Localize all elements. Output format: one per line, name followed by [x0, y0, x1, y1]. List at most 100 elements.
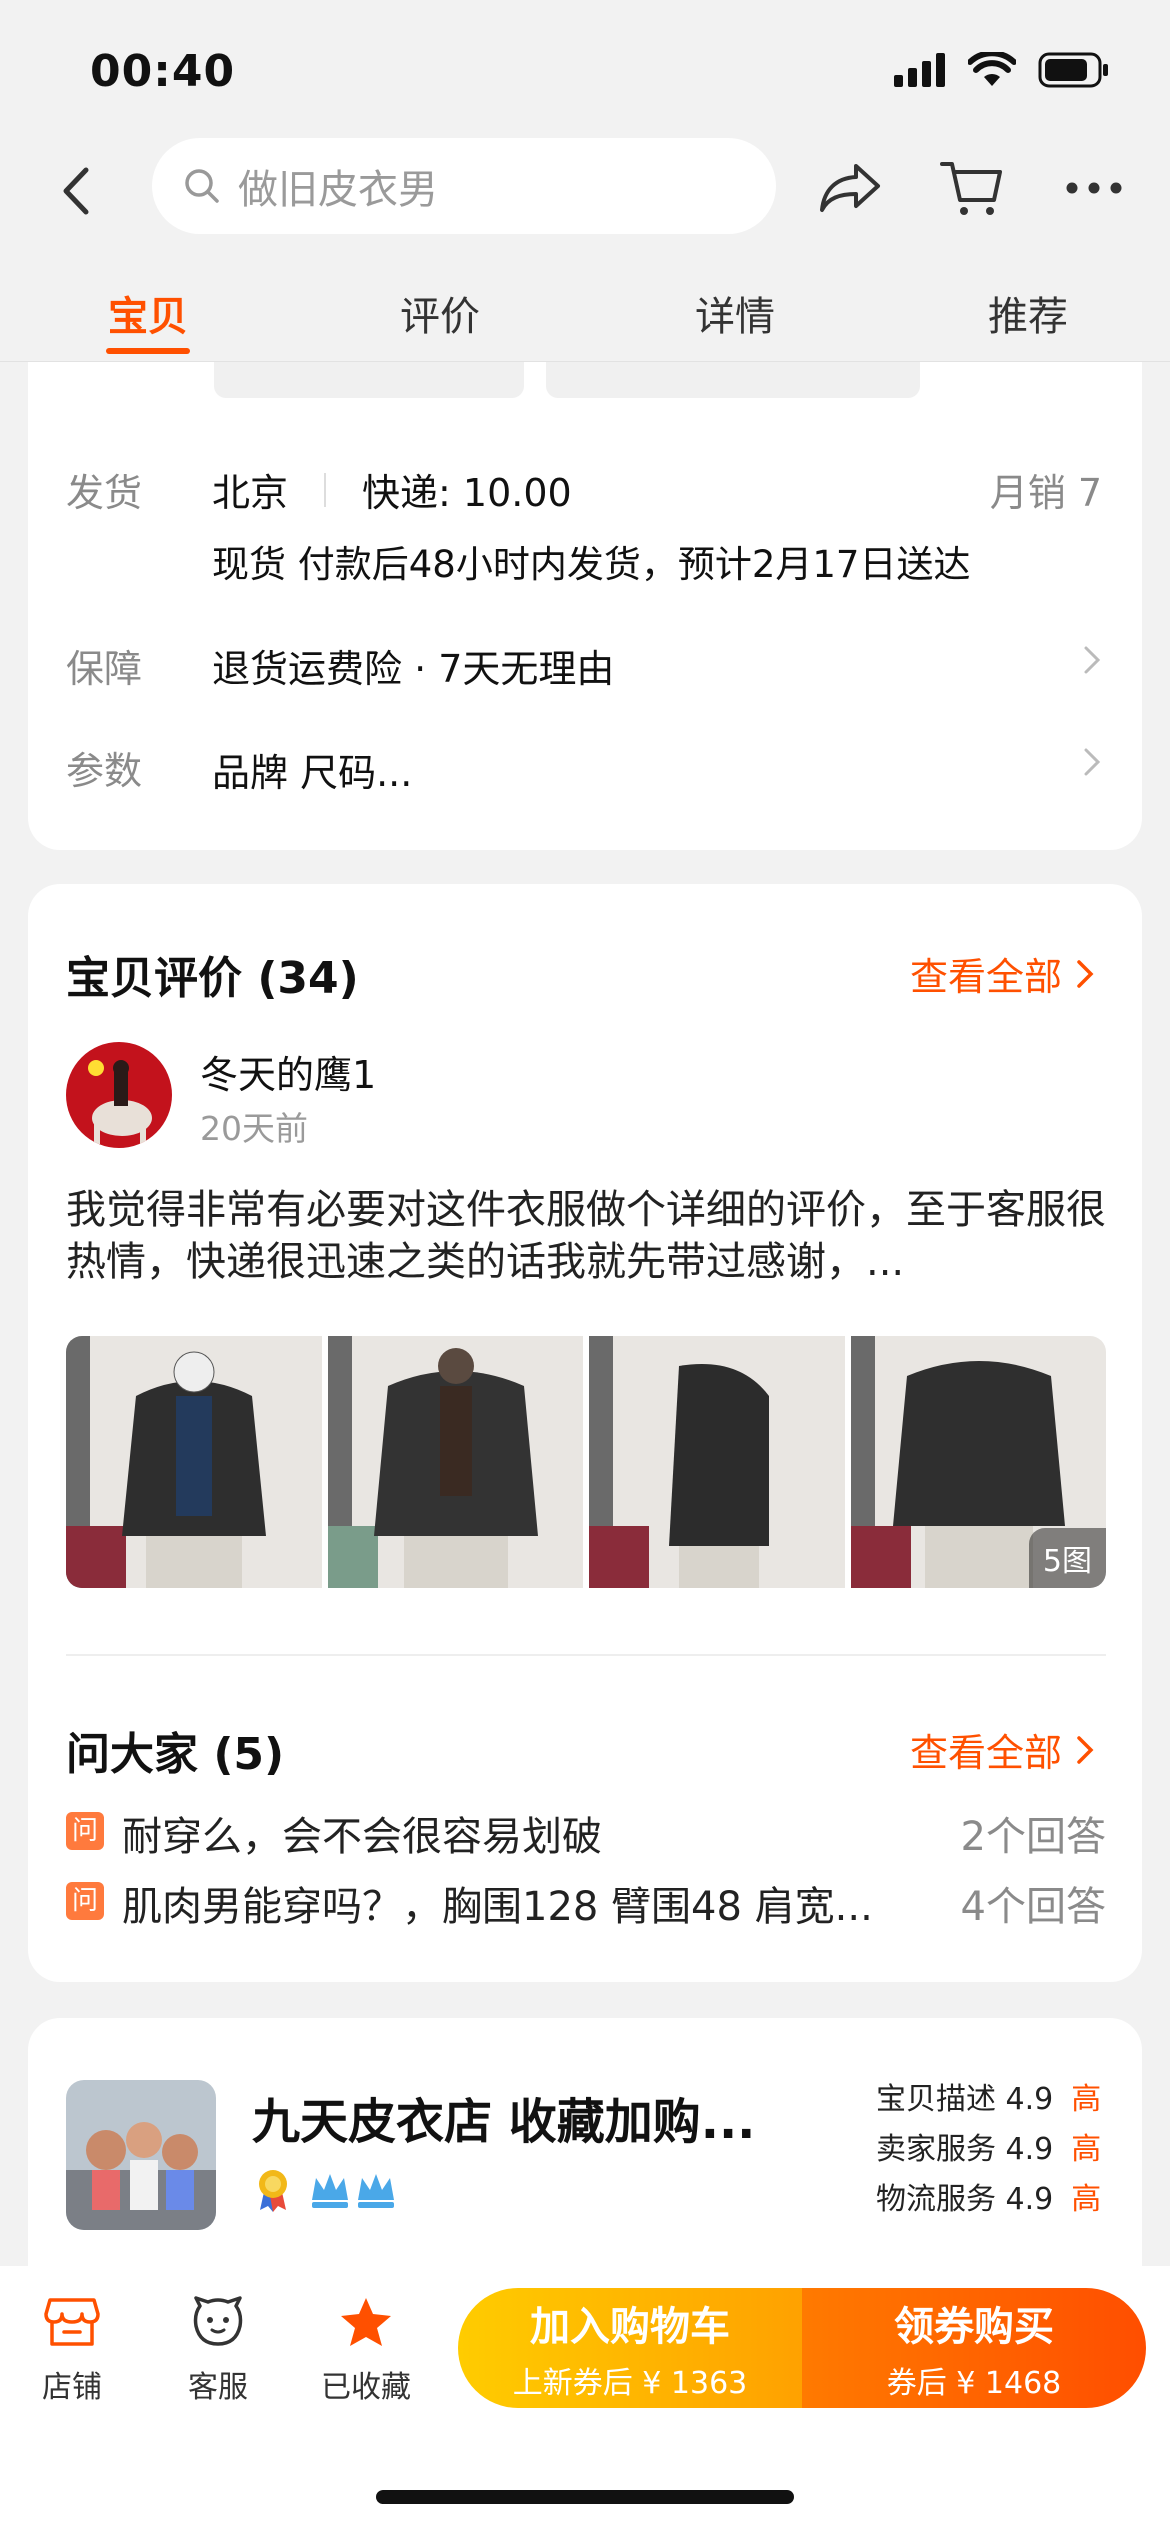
review-time: 20天前: [200, 1109, 308, 1148]
params-label: 参数: [66, 749, 143, 793]
share-button[interactable]: [818, 156, 882, 220]
add-to-cart-price: 上新券后 ¥ 1363: [512, 2366, 748, 2401]
tab-reviews[interactable]: 评价: [360, 284, 520, 342]
wifi-icon: [968, 52, 1016, 86]
home-indicator[interactable]: [376, 2490, 794, 2504]
qa-see-all[interactable]: 查看全部: [910, 1722, 1094, 1777]
medal-icon: [259, 2170, 287, 2212]
params-value[interactable]: 品牌 尺码...: [212, 742, 412, 797]
qa-item[interactable]: 问 耐穿么，会不会很容易划破 2个回答: [66, 1804, 1106, 1860]
score-level: 高: [1071, 2082, 1102, 2117]
more-button[interactable]: [1062, 156, 1126, 220]
store-icon: [44, 2298, 100, 2346]
service-label: 客服: [188, 2370, 248, 2405]
shipping-origin: 北京: [212, 471, 289, 515]
guarantee-value[interactable]: 退货运费险 · 7天无理由: [212, 638, 614, 693]
shop-badges: [256, 2168, 398, 2212]
buy-now-label: 领券购买: [894, 2304, 1054, 2350]
shop-score-description: 宝贝描述 4.9 高: [876, 2074, 1101, 2118]
question-text: 肌肉男能穿吗？，胸围128 臂围48 肩宽...: [122, 1884, 873, 1930]
answer-count: 2个回答: [960, 1814, 1106, 1860]
add-to-cart-label: 加入购物车: [530, 2304, 730, 2350]
chevron-right-icon: [1077, 1735, 1094, 1764]
service-button[interactable]: 客服: [158, 2296, 278, 2406]
answer-count: 4个回答: [960, 1884, 1106, 1930]
score-level: 高: [1071, 2132, 1102, 2167]
store-label: 店铺: [42, 2370, 102, 2405]
signal-icon: [894, 53, 945, 87]
tab-bar: 宝贝 评价 详情 推荐: [0, 270, 1170, 362]
sku-chip[interactable]: [214, 362, 524, 398]
shop-avatar[interactable]: [66, 2080, 216, 2230]
score-label: 物流服务 4.9: [876, 2182, 1054, 2217]
buy-now-button[interactable]: 领券购买 券后 ¥ 1468: [802, 2288, 1146, 2408]
crown-icon: [312, 2174, 394, 2208]
see-all-label: 查看全部: [909, 955, 1062, 999]
tab-item[interactable]: 宝贝: [68, 284, 228, 342]
chevron-right-icon: [1084, 748, 1101, 776]
shop-score-logistics: 物流服务 4.9 高: [876, 2174, 1101, 2218]
shipping-detail: 现货 付款后48小时内发货，预计2月17日送达: [212, 543, 971, 586]
favorite-button[interactable]: 已收藏: [306, 2296, 426, 2406]
cart-icon: [940, 162, 1002, 215]
star-icon: [341, 2298, 391, 2346]
reviews-title: 宝贝评价 (34): [66, 953, 359, 1004]
status-icons: [894, 52, 1110, 88]
question-badge: 问: [66, 1882, 104, 1920]
avatar-image: [66, 1042, 172, 1148]
review-photo[interactable]: [66, 1336, 322, 1588]
shipping-card: 发货 北京 快递: 10.00 月销 7 现货 付款后48小时内发货，预计2月1…: [28, 362, 1142, 850]
share-icon: [820, 164, 880, 212]
status-bar: 00:40: [0, 0, 1170, 140]
battery-icon: [1038, 52, 1108, 88]
score-level: 高: [1071, 2182, 1102, 2217]
review-card: 宝贝评价 (34) 查看全部 冬天的鹰1 20天前 我觉得非常有必要对这件衣服做…: [28, 884, 1142, 1982]
status-time: 00:40: [90, 46, 236, 97]
score-label: 卖家服务 4.9: [876, 2132, 1054, 2167]
back-button[interactable]: [56, 166, 96, 216]
chevron-right-icon: [1084, 646, 1101, 674]
shipping-express: 快递: 10.00: [362, 471, 572, 515]
guarantee-label: 保障: [66, 647, 143, 691]
search-placeholder: 做旧皮衣男: [238, 167, 438, 213]
customer-service-icon: [193, 2296, 243, 2346]
reviewer-avatar[interactable]: [66, 1042, 172, 1148]
tab-active-indicator: [106, 348, 190, 354]
reviewer-name: 冬天的鹰1: [200, 1053, 377, 1097]
photo-image: [66, 1336, 322, 1588]
chevron-right-icon: [1077, 959, 1094, 988]
divider: [66, 1654, 1106, 1656]
more-icon: [1066, 182, 1122, 194]
sku-chip[interactable]: [546, 362, 920, 398]
shipping-label: 发货: [66, 471, 143, 515]
cart-button[interactable]: [940, 156, 1004, 220]
shop-name[interactable]: 九天皮衣店 收藏加购...: [252, 2082, 812, 2152]
qa-title: 问大家 (5): [66, 1729, 285, 1780]
search-icon: [185, 169, 219, 203]
monthly-sales: 月销 7: [989, 471, 1102, 515]
photo-count: 5图: [1028, 1528, 1106, 1588]
store-button[interactable]: 店铺: [12, 2296, 132, 2406]
review-photo[interactable]: [327, 1336, 583, 1588]
chevron-left-icon: [63, 167, 89, 215]
reviews-see-all[interactable]: 查看全部: [910, 946, 1094, 1001]
score-label: 宝贝描述 4.9: [876, 2082, 1054, 2117]
top-nav: 做旧皮衣男: [0, 138, 1170, 238]
qa-item[interactable]: 问 肌肉男能穿吗？，胸围128 臂围48 肩宽... 4个回答: [66, 1874, 1106, 1930]
shipping-info: 北京 快递: 10.00: [212, 462, 572, 517]
photo-image: [589, 1336, 845, 1588]
favorited-label: 已收藏: [321, 2370, 411, 2405]
question-text: 耐穿么，会不会很容易划破: [122, 1814, 602, 1860]
separator: [324, 472, 327, 507]
review-photo[interactable]: [589, 1336, 845, 1588]
review-photos[interactable]: 5图: [66, 1336, 1106, 1588]
buy-now-price: 券后 ¥ 1468: [886, 2366, 1062, 2401]
review-photo[interactable]: 5图: [850, 1336, 1106, 1588]
shop-score-service: 卖家服务 4.9 高: [876, 2124, 1101, 2168]
tab-details[interactable]: 详情: [655, 284, 815, 342]
shop-avatar-image: [66, 2080, 216, 2230]
review-text[interactable]: 我觉得非常有必要对这件衣服做个详细的评价，至于客服很热情，快递很迅速之类的话我就…: [66, 1184, 1106, 1288]
add-to-cart-button[interactable]: 加入购物车 上新券后 ¥ 1363: [458, 2288, 802, 2408]
search-input[interactable]: 做旧皮衣男: [152, 138, 776, 234]
tab-recommend[interactable]: 推荐: [948, 284, 1108, 342]
